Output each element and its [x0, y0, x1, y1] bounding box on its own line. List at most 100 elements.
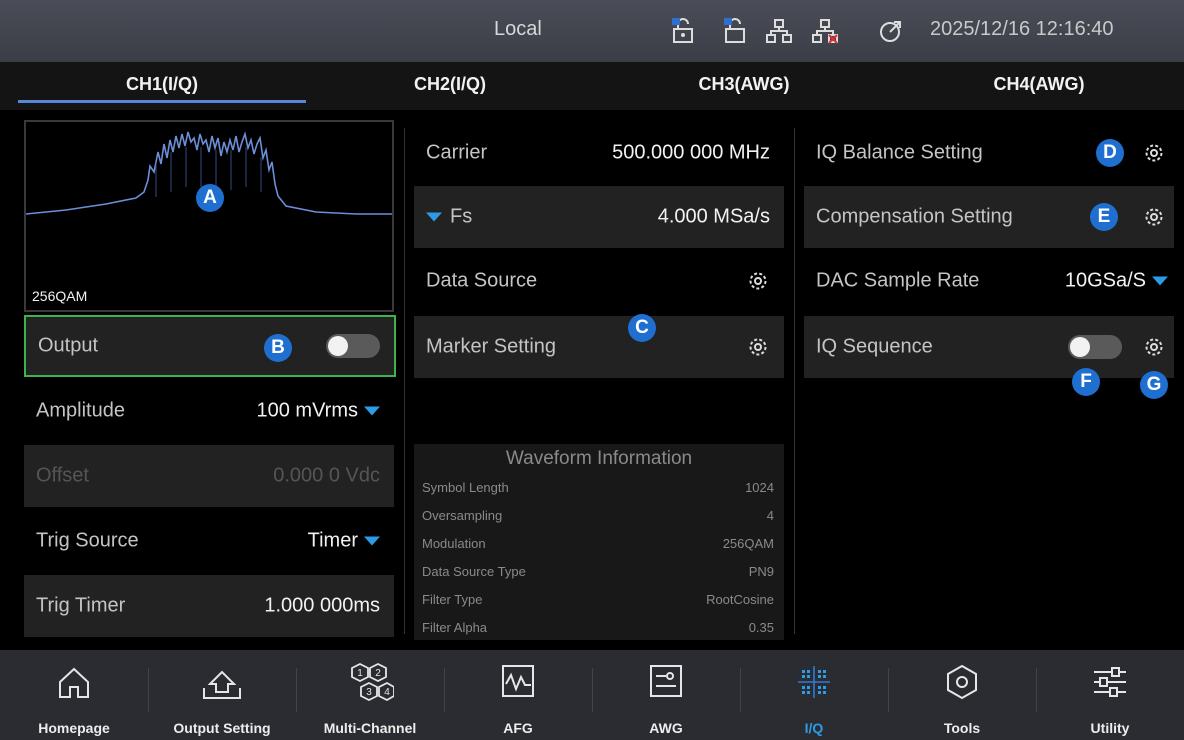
nav-output-setting[interactable]: Output Setting: [148, 650, 296, 740]
amplitude-row[interactable]: Amplitude 100 mVrms: [24, 380, 394, 442]
dac-sample-rate-label: DAC Sample Rate: [816, 269, 980, 292]
svg-text:2: 2: [375, 668, 381, 679]
trig-source-row[interactable]: Trig Source Timer: [24, 510, 394, 572]
waveform-info-title: Waveform Information: [505, 448, 693, 469]
lock-open-2-icon[interactable]: [722, 18, 748, 44]
nav-label: Homepage: [38, 720, 110, 736]
output-setting-icon: [203, 670, 241, 699]
carrier-value[interactable]: 500.000 000 MHz: [612, 142, 770, 165]
fs-value[interactable]: 4.000 MSa/s: [658, 206, 770, 229]
trig-source-label: Trig Source: [36, 529, 139, 552]
info-value: 0.35: [748, 620, 774, 635]
offset-value: 0.000 0 Vdc: [273, 464, 380, 487]
annotation-badge-g: G: [1140, 371, 1168, 399]
fs-label-wrap: Fs: [426, 206, 472, 229]
info-value: 4: [766, 508, 774, 523]
offset-label: Offset: [36, 464, 89, 487]
expand-arrow-icon[interactable]: [426, 212, 442, 222]
nav-label: I/Q: [804, 720, 824, 736]
tab-ch2[interactable]: CH2(I/Q): [306, 62, 594, 106]
info-key: Filter Type: [422, 592, 483, 607]
annotation-badge-e: E: [1090, 203, 1118, 231]
nav-utility[interactable]: Utility: [1036, 650, 1184, 740]
trig-timer-label: Trig Timer: [36, 594, 126, 617]
info-key: Modulation: [422, 536, 486, 551]
annotation-badge-d: D: [1096, 139, 1124, 167]
amplitude-value-wrap[interactable]: 100 mVrms: [256, 400, 380, 423]
iq-icon: [798, 666, 830, 698]
iq-balance-gear-icon[interactable]: [1142, 141, 1166, 165]
info-value: 256QAM: [722, 536, 774, 551]
data-source-row[interactable]: Data Source: [414, 250, 784, 312]
nav-multi-channel[interactable]: 1 23 4 Multi-Channel: [296, 650, 444, 740]
network-disconnected-icon[interactable]: [812, 18, 838, 44]
annotation-badge-a: A: [196, 184, 224, 212]
svg-text:4: 4: [384, 687, 390, 698]
home-icon: [59, 667, 89, 698]
dac-sample-rate-row[interactable]: DAC Sample Rate 10GSa/S: [804, 250, 1174, 312]
network-icon[interactable]: [766, 18, 792, 44]
lock-open-1-icon[interactable]: [670, 18, 696, 44]
nav-homepage[interactable]: Homepage: [0, 650, 148, 740]
annotation-badge-f: F: [1072, 368, 1100, 396]
trig-timer-row[interactable]: Trig Timer 1.000 000ms: [24, 575, 394, 637]
trig-source-value-wrap[interactable]: Timer: [308, 530, 380, 553]
iq-sequence-label: IQ Sequence: [816, 335, 933, 358]
output-row[interactable]: Output: [24, 315, 396, 377]
svg-text:3: 3: [366, 687, 372, 698]
nav-tools[interactable]: Tools: [888, 650, 1036, 740]
compensation-row[interactable]: Compensation Setting: [804, 186, 1174, 248]
spectrum-trace: [26, 131, 392, 215]
column-divider: [794, 128, 795, 634]
iq-sequence-row[interactable]: IQ Sequence: [804, 316, 1174, 378]
tools-icon: [947, 664, 977, 700]
compensation-label: Compensation Setting: [816, 205, 1013, 228]
carrier-row[interactable]: Carrier 500.000 000 MHz: [414, 122, 784, 184]
dropdown-arrow-icon: [1152, 276, 1168, 286]
status-datetime: 2025/12/16 12:16:40: [930, 18, 1114, 40]
fs-row[interactable]: Fs 4.000 MSa/s: [414, 186, 784, 248]
iq-sequence-toggle[interactable]: [1068, 335, 1122, 359]
active-tab-indicator: [18, 100, 306, 103]
iq-sequence-gear-icon[interactable]: [1142, 335, 1166, 359]
trig-timer-value[interactable]: 1.000 000ms: [264, 595, 380, 618]
data-source-gear-icon[interactable]: [746, 269, 770, 293]
dropdown-arrow-icon: [364, 406, 380, 416]
fs-label: Fs: [450, 205, 473, 228]
marker-setting-label: Marker Setting: [426, 335, 557, 358]
utility-icon: [1094, 667, 1126, 697]
spectrum-preview[interactable]: 256QAM: [24, 120, 394, 312]
annotation-badge-b: B: [264, 334, 292, 362]
data-source-label: Data Source: [426, 269, 538, 292]
marker-setting-row[interactable]: Marker Setting: [414, 316, 784, 378]
marker-setting-gear-icon[interactable]: [746, 335, 770, 359]
compensation-gear-icon[interactable]: [1142, 205, 1166, 229]
nav-awg[interactable]: AWG: [592, 650, 740, 740]
info-key: Symbol Length: [422, 480, 509, 495]
awg-icon: [650, 665, 682, 697]
nav-iq[interactable]: I/Q: [740, 650, 888, 740]
nav-label: Tools: [943, 720, 981, 736]
output-label: Output: [38, 334, 99, 357]
nav-afg[interactable]: AFG: [444, 650, 592, 740]
info-key: Data Source Type: [422, 564, 526, 579]
column-divider: [404, 128, 405, 634]
trig-source-value: Timer: [307, 529, 358, 552]
offset-row: Offset 0.000 0 Vdc: [24, 445, 394, 507]
info-value: RootCosine: [706, 592, 774, 607]
info-key: Filter Alpha: [422, 620, 488, 635]
nav-label: AWG: [649, 720, 683, 736]
iq-balance-label: IQ Balance Setting: [816, 141, 983, 164]
info-value: 1024: [745, 480, 774, 495]
usb-icon[interactable]: [878, 18, 904, 44]
afg-icon: [502, 665, 534, 697]
tab-ch3[interactable]: CH3(AWG): [594, 62, 894, 106]
waveform-info-panel: Waveform Information Symbol Length 1024 O…: [414, 444, 784, 640]
dac-sample-rate-value-wrap[interactable]: 10GSa/S: [1065, 270, 1168, 293]
tab-ch4[interactable]: CH4(AWG): [894, 62, 1184, 106]
output-toggle[interactable]: [326, 334, 380, 358]
modulation-preview-label: 256QAM: [32, 288, 88, 304]
info-key: Oversampling: [422, 508, 503, 523]
amplitude-value: 100 mVrms: [256, 399, 358, 422]
dropdown-arrow-icon: [364, 536, 380, 546]
